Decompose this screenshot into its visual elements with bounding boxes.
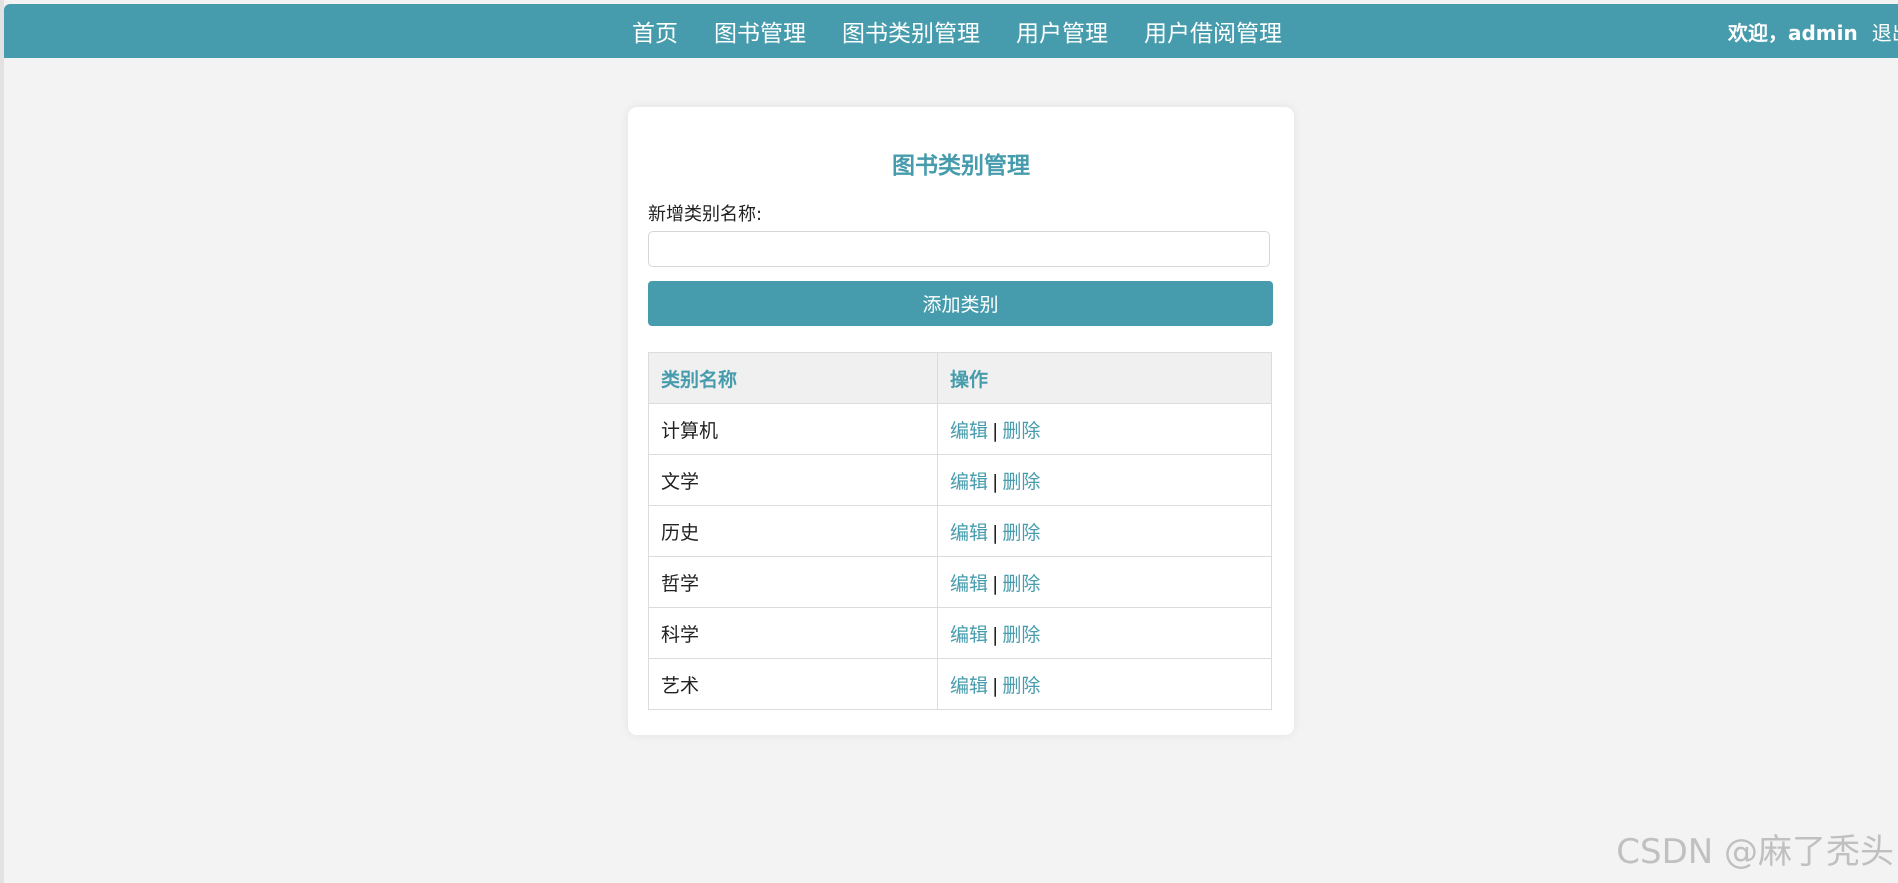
- row-actions: 编辑 | 删除: [937, 556, 1272, 608]
- table-row: 文学 编辑 | 删除: [648, 454, 1272, 506]
- add-category-button[interactable]: 添加类别: [648, 281, 1273, 326]
- category-name: 哲学: [648, 556, 938, 608]
- edit-link[interactable]: 编辑: [950, 471, 988, 493]
- action-separator: |: [992, 419, 999, 442]
- page: 首页 图书管理 图书类别管理 用户管理 用户借阅管理 欢迎，admin 退出 图…: [0, 0, 1898, 883]
- delete-link[interactable]: 删除: [1002, 675, 1040, 697]
- watermark: CSDN @麻了秃头: [1616, 832, 1894, 872]
- category-table: 类别名称 操作 计算机 编辑 | 删除 文学 编辑 | 删除 历史 编辑 | 删…: [648, 352, 1272, 710]
- category-name: 计算机: [648, 403, 938, 455]
- delete-link[interactable]: 删除: [1002, 522, 1040, 544]
- logout-link[interactable]: 退出: [1872, 17, 1898, 46]
- action-separator: |: [992, 674, 999, 697]
- action-separator: |: [992, 470, 999, 493]
- table-row: 计算机 编辑 | 删除: [648, 403, 1272, 455]
- action-separator: |: [992, 623, 999, 646]
- new-category-input[interactable]: [648, 231, 1270, 267]
- category-name: 科学: [648, 607, 938, 659]
- category-name: 文学: [648, 454, 938, 506]
- nav-link-home[interactable]: 首页: [632, 14, 678, 48]
- nav-link-borrowing[interactable]: 用户借阅管理: [1144, 14, 1282, 48]
- table-row: 历史 编辑 | 删除: [648, 505, 1272, 557]
- category-management-card: 图书类别管理 新增类别名称: 添加类别 类别名称 操作 计算机 编辑 | 删除 文学: [628, 107, 1294, 735]
- table-header-row: 类别名称 操作: [648, 352, 1272, 404]
- delete-link[interactable]: 删除: [1002, 471, 1040, 493]
- new-category-label: 新增类别名称:: [648, 204, 763, 225]
- table-row: 艺术 编辑 | 删除: [648, 658, 1272, 710]
- row-actions: 编辑 | 删除: [937, 454, 1272, 506]
- row-actions: 编辑 | 删除: [937, 403, 1272, 455]
- table-row: 哲学 编辑 | 删除: [648, 556, 1272, 608]
- edit-link[interactable]: 编辑: [950, 624, 988, 646]
- table-row: 科学 编辑 | 删除: [648, 607, 1272, 659]
- nav-link-books[interactable]: 图书管理: [714, 14, 806, 48]
- page-title: 图书类别管理: [892, 153, 1030, 179]
- action-separator: |: [992, 521, 999, 544]
- edit-link[interactable]: 编辑: [950, 420, 988, 442]
- category-name: 艺术: [648, 658, 938, 710]
- row-actions: 编辑 | 删除: [937, 607, 1272, 659]
- row-actions: 编辑 | 删除: [937, 505, 1272, 557]
- category-name: 历史: [648, 505, 938, 557]
- row-actions: 编辑 | 删除: [937, 658, 1272, 710]
- edit-link[interactable]: 编辑: [950, 522, 988, 544]
- nav-link-categories[interactable]: 图书类别管理: [842, 14, 980, 48]
- delete-link[interactable]: 删除: [1002, 573, 1040, 595]
- top-navbar: 首页 图书管理 图书类别管理 用户管理 用户借阅管理 欢迎，admin 退出: [4, 4, 1898, 58]
- nav-links: 首页 图书管理 图书类别管理 用户管理 用户借阅管理: [632, 4, 1282, 58]
- delete-link[interactable]: 删除: [1002, 624, 1040, 646]
- delete-link[interactable]: 删除: [1002, 420, 1040, 442]
- edit-link[interactable]: 编辑: [950, 573, 988, 595]
- action-separator: |: [992, 572, 999, 595]
- welcome-text: 欢迎，admin: [1728, 20, 1858, 45]
- column-header-name: 类别名称: [648, 352, 938, 404]
- nav-user-area: 欢迎，admin 退出: [1728, 4, 1898, 58]
- edit-link[interactable]: 编辑: [950, 675, 988, 697]
- nav-link-users[interactable]: 用户管理: [1016, 14, 1108, 48]
- column-header-actions: 操作: [937, 352, 1272, 404]
